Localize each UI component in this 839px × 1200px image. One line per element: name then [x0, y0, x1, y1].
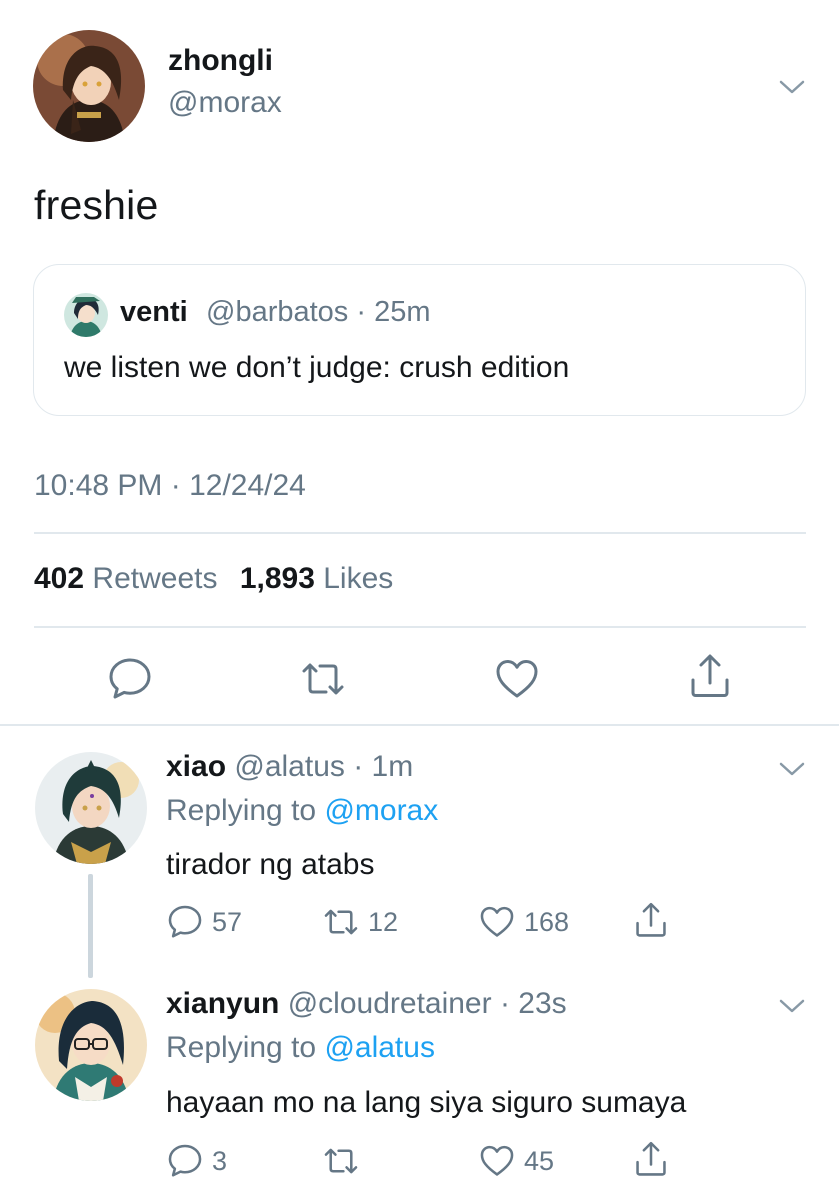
like-count: 168 [524, 906, 570, 937]
avatar-zhongli[interactable] [33, 30, 145, 142]
author-name[interactable]: zhongli [168, 44, 273, 78]
like-action[interactable]: 168 [478, 903, 569, 941]
divider [34, 532, 806, 534]
retweet-icon[interactable] [299, 655, 347, 708]
tweet-timestamp[interactable]: 10:48 PM · 12/24/24 [34, 469, 306, 503]
reply-icon[interactable] [106, 655, 154, 708]
replying-prefix: Replying to [166, 794, 317, 827]
retweet-action[interactable]: 12 [322, 903, 398, 941]
like-icon[interactable] [493, 655, 541, 708]
likes-label[interactable]: Likes [323, 562, 393, 595]
share-action[interactable] [632, 901, 678, 939]
share-icon [636, 1141, 666, 1176]
reply-author-name[interactable]: xiao [166, 750, 226, 783]
reply-header: xiao @alatus · 1m [166, 750, 413, 784]
replying-to-handle[interactable]: @morax [324, 794, 438, 827]
like-action[interactable]: 45 [478, 1142, 554, 1180]
quoted-tweet-text: we listen we don’t judge: crush edition [64, 351, 570, 384]
share-icon[interactable] [686, 652, 734, 705]
reply-author-name[interactable]: xianyun [166, 987, 279, 1020]
replying-to-handle[interactable]: @alatus [324, 1031, 435, 1064]
retweet-icon [324, 909, 358, 935]
chevron-down-icon[interactable] [778, 760, 806, 783]
like-icon [480, 906, 514, 937]
like-count[interactable]: 1,893 [240, 562, 315, 595]
share-icon [636, 902, 666, 937]
divider [34, 626, 806, 628]
thread-line [88, 874, 93, 978]
quoted-author-name: venti [120, 296, 188, 328]
reply-text: hayaan mo na lang siya siguro sumaya [166, 1086, 687, 1119]
replying-to: Replying to @alatus [166, 1031, 435, 1065]
chevron-down-icon[interactable] [778, 997, 806, 1020]
reply-count: 57 [212, 906, 243, 937]
share-action[interactable] [632, 1140, 678, 1178]
chevron-down-icon[interactable] [778, 78, 806, 101]
like-icon [480, 1145, 514, 1176]
reply-handle-time[interactable]: @cloudretainer · 23s [288, 987, 567, 1020]
reply-count: 3 [212, 1145, 228, 1176]
replying-prefix: Replying to [166, 1031, 317, 1064]
reply-text: tirador ng atabs [166, 848, 375, 881]
avatar-xianyun[interactable] [35, 989, 147, 1101]
tweet-stats: 402 Retweets 1,893 Likes [34, 562, 407, 596]
reply-header: xianyun @cloudretainer · 23s [166, 987, 567, 1021]
avatar-venti [64, 293, 108, 337]
author-handle[interactable]: @morax [168, 86, 282, 120]
retweet-count: 12 [368, 906, 399, 937]
replying-to: Replying to @morax [166, 794, 438, 828]
reply-action[interactable]: 3 [166, 1142, 227, 1180]
reply-handle-time[interactable]: @alatus · 1m [234, 750, 413, 783]
retweet-action[interactable] [322, 1142, 368, 1180]
reply-icon [168, 1144, 202, 1177]
quoted-tweet-card[interactable]: venti @barbatos · 25m we listen we don’t… [33, 264, 806, 416]
avatar-xiao[interactable] [35, 752, 147, 864]
retweet-icon [324, 1148, 358, 1174]
retweet-count[interactable]: 402 [34, 562, 84, 595]
reply-icon [168, 905, 202, 938]
reply-action[interactable]: 57 [166, 903, 242, 941]
tweet-text: freshie [34, 182, 159, 228]
retweets-label[interactable]: Retweets [92, 562, 217, 595]
like-count: 45 [524, 1145, 555, 1176]
section-divider [0, 724, 839, 726]
quoted-handle-time: @barbatos · 25m [206, 296, 431, 328]
